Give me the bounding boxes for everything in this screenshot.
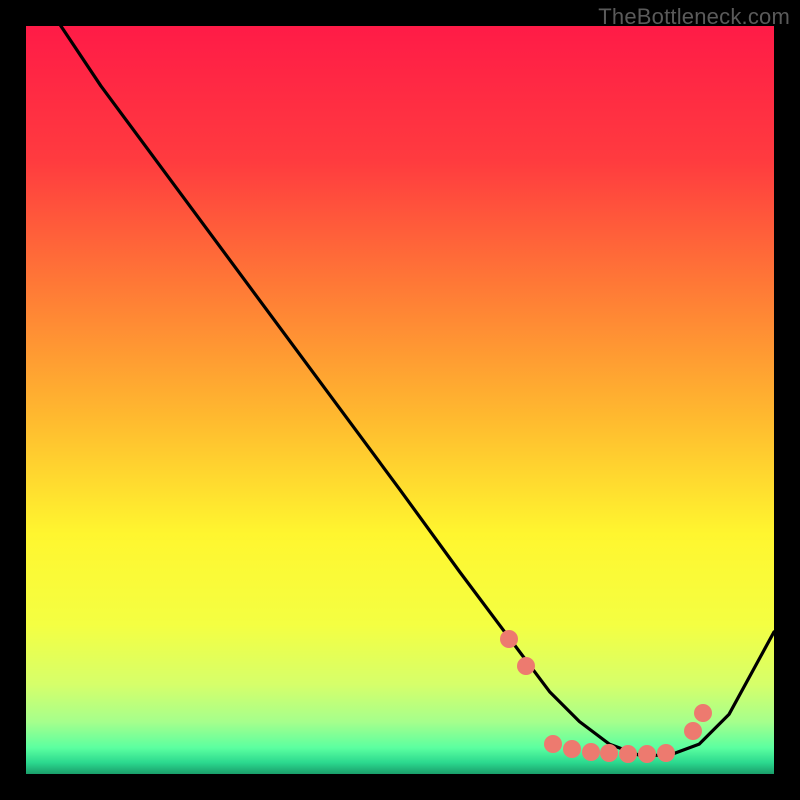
marker-dot — [563, 740, 581, 758]
marker-dot — [638, 745, 656, 763]
marker-dot — [619, 745, 637, 763]
marker-dot — [694, 704, 712, 722]
marker-dot — [582, 743, 600, 761]
marker-dot — [500, 630, 518, 648]
marker-dot — [684, 722, 702, 740]
marker-dot — [600, 744, 618, 762]
watermark-text: TheBottleneck.com — [598, 4, 790, 30]
marker-dot — [517, 657, 535, 675]
curve-line — [26, 26, 774, 774]
chart-frame: TheBottleneck.com — [0, 0, 800, 800]
plot-area — [26, 26, 774, 774]
marker-dot — [544, 735, 562, 753]
marker-dot — [657, 744, 675, 762]
